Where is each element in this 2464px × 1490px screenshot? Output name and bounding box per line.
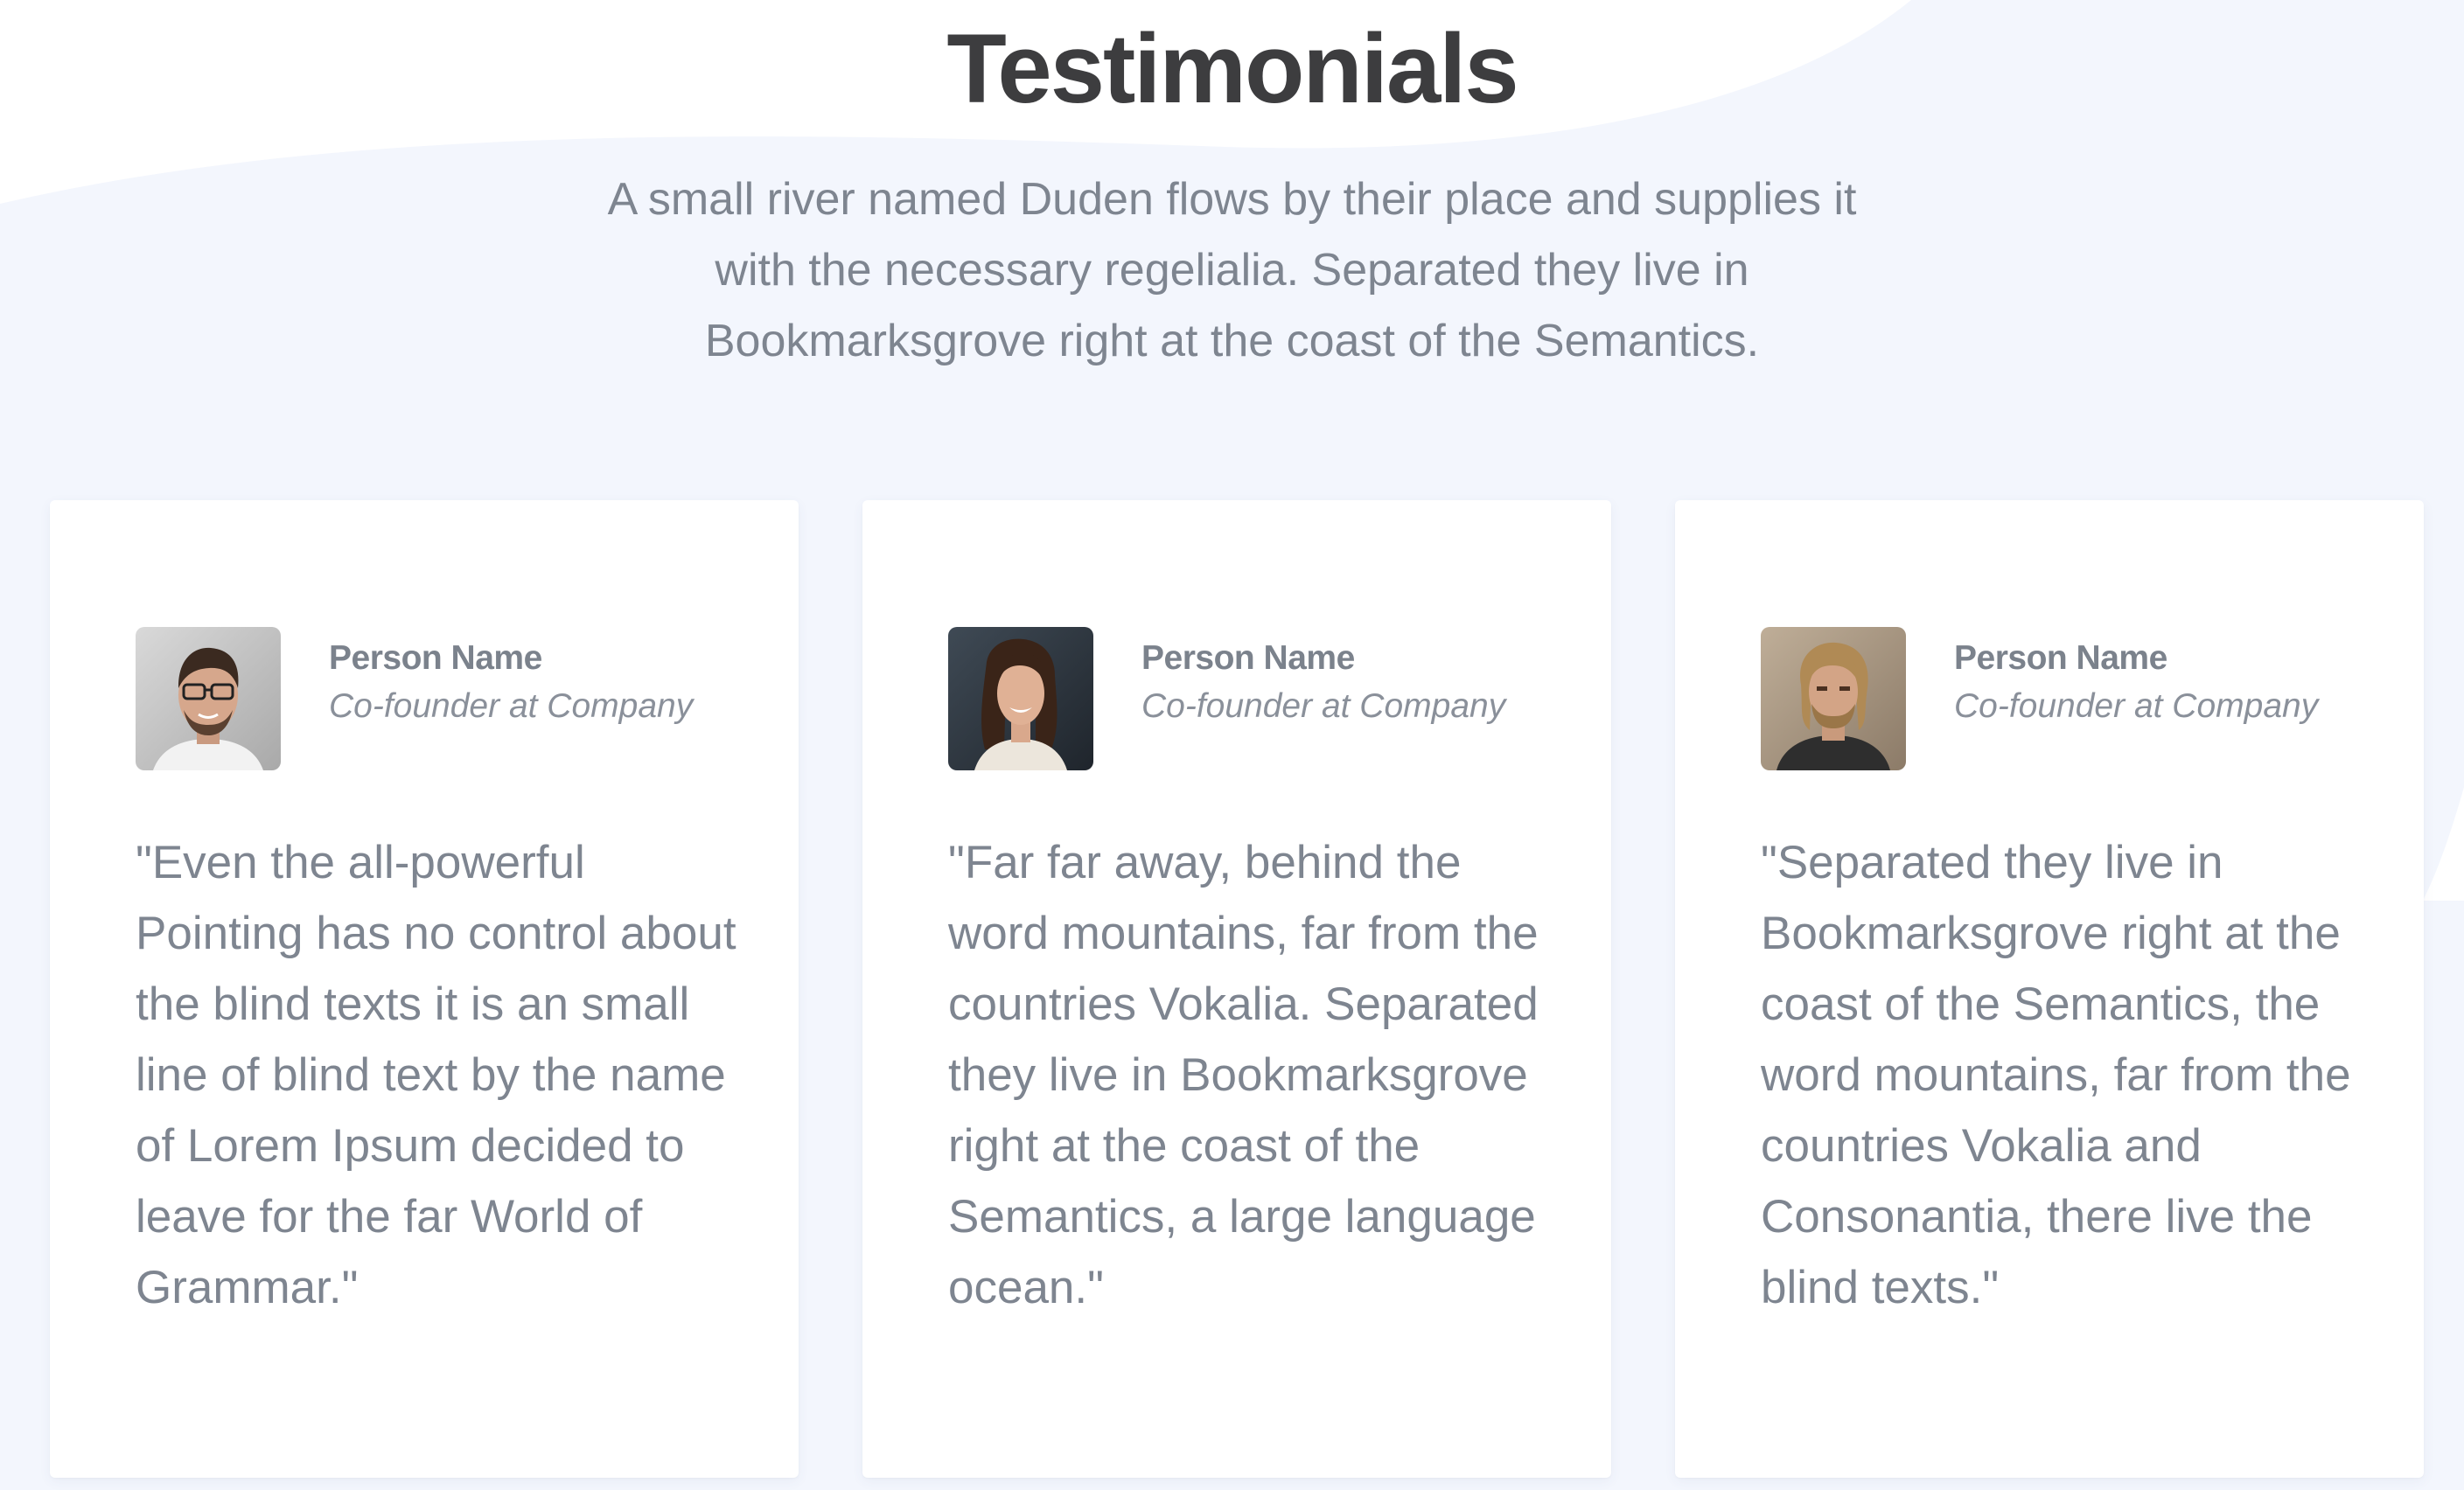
testimonial-card: Person Name Co-founder at Company "Separ… — [1675, 500, 2424, 1478]
section-subtitle: A small river named Duden flows by their… — [607, 174, 1857, 366]
smiling-woman-photo — [948, 627, 1093, 770]
person-role: Co-founder at Company — [1141, 687, 1506, 725]
testimonial-quote: "Far far away, behind the word mountains… — [948, 837, 1539, 1313]
avatar — [948, 627, 1093, 770]
person-role: Co-founder at Company — [329, 687, 694, 725]
bearded-man-photo — [1761, 627, 1906, 770]
testimonial-cards: Person Name Co-founder at Company "Even … — [50, 500, 2426, 1478]
person-meta: Person Name Co-founder at Company — [1954, 627, 2318, 732]
person-info: Person Name Co-founder at Company — [136, 627, 743, 771]
testimonial-card: Person Name Co-founder at Company "Even … — [50, 500, 799, 1478]
person-meta: Person Name Co-founder at Company — [1141, 627, 1505, 732]
avatar — [1761, 627, 1906, 770]
person-info: Person Name Co-founder at Company — [1761, 627, 2368, 771]
testimonial-quote: "Separated they live in Bookmarksgrove r… — [1761, 837, 2351, 1313]
person-info: Person Name Co-founder at Company — [948, 627, 1555, 771]
person-meta: Person Name Co-founder at Company — [329, 627, 693, 732]
person-name: Person Name — [1954, 639, 2167, 677]
avatar — [136, 627, 281, 770]
man-with-glasses-photo — [136, 627, 281, 770]
testimonial-card: Person Name Co-founder at Company "Far f… — [862, 500, 1611, 1478]
person-name: Person Name — [329, 639, 542, 677]
person-name: Person Name — [1141, 639, 1355, 677]
testimonial-quote: "Even the all-powerful Pointing has no c… — [136, 837, 736, 1313]
section-header: Testimonials A small river named Duden f… — [0, 0, 2464, 377]
section-title: Testimonials — [946, 14, 1518, 123]
person-role: Co-founder at Company — [1954, 687, 2319, 725]
